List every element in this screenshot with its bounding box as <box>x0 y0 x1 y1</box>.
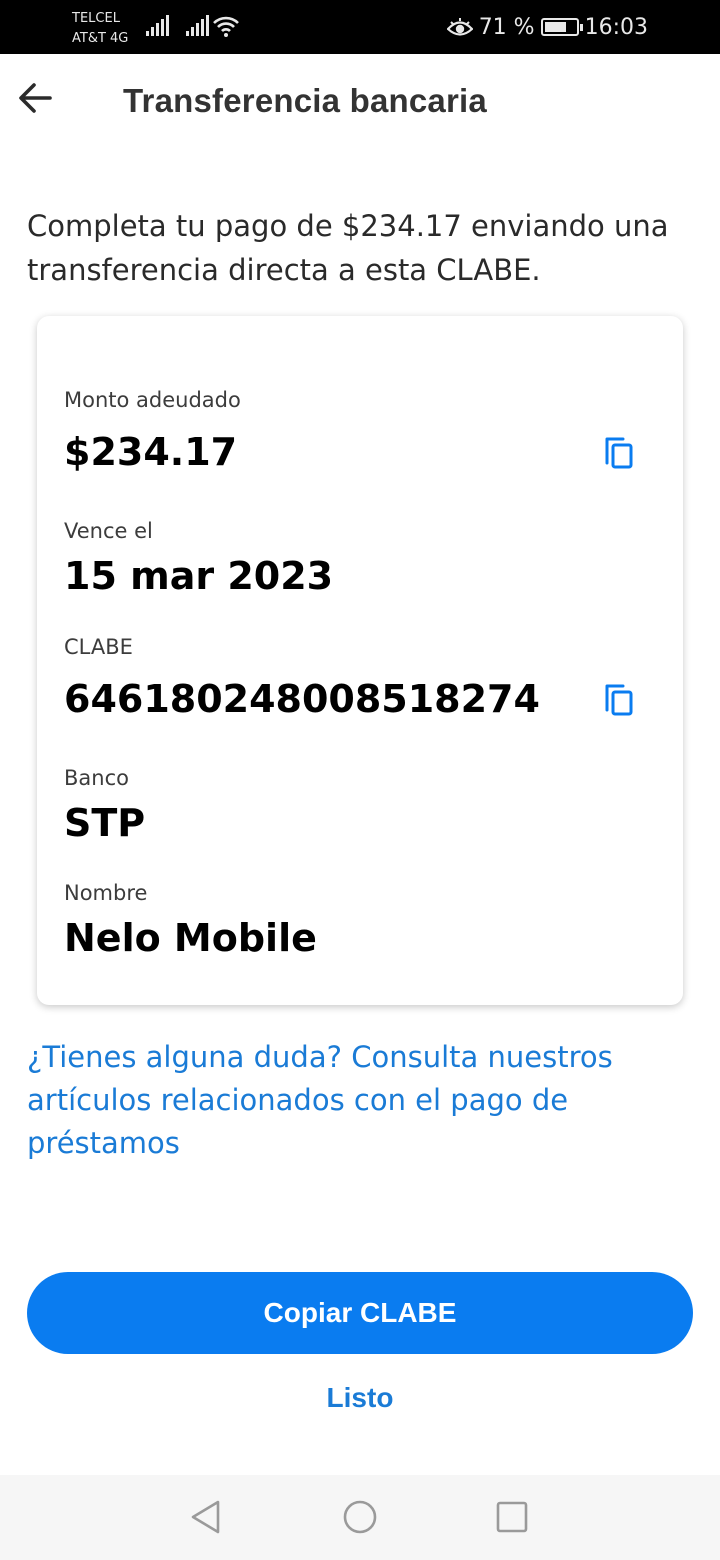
back-triangle-icon[interactable] <box>186 1497 226 1537</box>
recents-square-icon[interactable] <box>492 1497 532 1537</box>
done-button[interactable]: Listo <box>260 1376 460 1420</box>
signal-icon <box>186 14 209 36</box>
status-right: 71 % 16:03 <box>446 0 648 54</box>
copy-icon[interactable] <box>601 435 637 471</box>
amount-label: Monto adeudado <box>64 388 241 412</box>
signal-icon <box>146 14 169 36</box>
eye-icon <box>446 18 473 36</box>
battery-percent: 71 % <box>478 14 535 40</box>
due-date-label: Vence el <box>64 519 153 543</box>
intro-text: Completa tu pago de $234.17 enviando una… <box>27 209 669 287</box>
arrow-left-icon[interactable] <box>14 76 58 120</box>
help-articles-link[interactable]: ¿Tienes alguna duda? Consulta nuestros a… <box>27 1036 667 1165</box>
system-nav-bar <box>0 1475 720 1560</box>
carrier-info: TELCEL AT&T 4G <box>72 9 128 49</box>
amount-value: $234.17 <box>64 430 238 474</box>
copy-icon[interactable] <box>601 682 637 718</box>
carrier-name: TELCEL <box>72 11 120 26</box>
name-label: Nombre <box>64 881 148 905</box>
payment-details-card: Monto adeudado $234.17 Vence el 15 mar 2… <box>37 316 683 1005</box>
home-circle-icon[interactable] <box>340 1497 380 1537</box>
name-value: Nelo Mobile <box>64 916 317 960</box>
battery-icon <box>540 18 583 36</box>
due-date-value: 15 mar 2023 <box>64 554 334 598</box>
bank-label: Banco <box>64 766 129 790</box>
carrier-network: AT&T 4G <box>72 31 129 46</box>
clock: 16:03 <box>584 14 648 40</box>
clabe-value: 646180248008518274 <box>64 677 540 721</box>
page-title: Transferencia bancaria <box>123 82 487 119</box>
wifi-icon <box>213 16 239 37</box>
copy-clabe-button[interactable]: Copiar CLABE <box>27 1272 693 1354</box>
bank-value: STP <box>64 801 146 845</box>
battery-fill <box>544 22 566 32</box>
clabe-label: CLABE <box>64 635 133 659</box>
status-bar: TELCEL AT&T 4G 71 % 16:03 <box>0 0 720 54</box>
